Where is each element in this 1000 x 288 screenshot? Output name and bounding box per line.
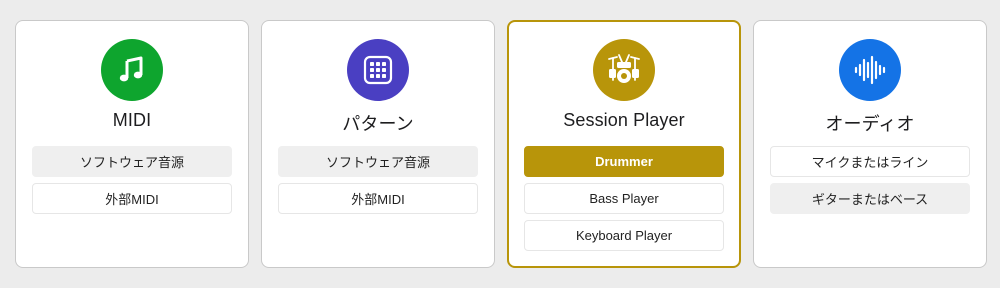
- option-software-instrument[interactable]: ソフトウェア音源: [32, 146, 232, 177]
- grid-icon: [347, 39, 409, 101]
- option-keyboard-player[interactable]: Keyboard Player: [524, 220, 724, 251]
- option-software-instrument[interactable]: ソフトウェア音源: [278, 146, 478, 177]
- music-note-icon: [101, 39, 163, 101]
- option-guitar-or-bass[interactable]: ギターまたはベース: [770, 183, 970, 214]
- option-external-midi[interactable]: 外部MIDI: [278, 183, 478, 214]
- option-external-midi[interactable]: 外部MIDI: [32, 183, 232, 214]
- track-type-card-pattern[interactable]: パターン ソフトウェア音源 外部MIDI: [261, 20, 495, 268]
- option-bass-player[interactable]: Bass Player: [524, 183, 724, 214]
- track-type-card-session-player[interactable]: Session Player Drummer Bass Player Keybo…: [507, 20, 741, 268]
- card-title: Session Player: [563, 110, 685, 130]
- waveform-icon: [839, 39, 901, 101]
- track-type-card-midi[interactable]: MIDI ソフトウェア音源 外部MIDI: [15, 20, 249, 268]
- card-title: パターン: [342, 114, 414, 134]
- option-drummer[interactable]: Drummer: [524, 146, 724, 177]
- option-mic-or-line[interactable]: マイクまたはライン: [770, 146, 970, 177]
- card-title: オーディオ: [825, 114, 915, 134]
- drum-kit-icon: [593, 39, 655, 101]
- track-type-card-audio[interactable]: オーディオ マイクまたはライン ギターまたはベース: [753, 20, 987, 268]
- card-title: MIDI: [112, 110, 152, 130]
